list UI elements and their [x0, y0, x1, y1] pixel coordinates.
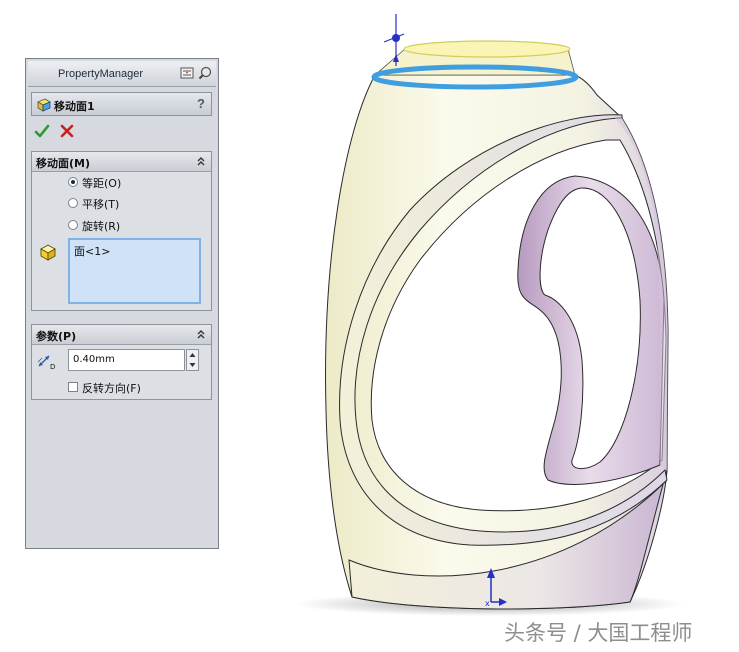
pin-icon[interactable] [180, 67, 194, 79]
svg-text:x: x [485, 599, 490, 608]
distance-icon: D [37, 355, 55, 370]
distance-axis-label: D [50, 363, 55, 370]
move-face-group-header[interactable]: 移动面(M) [32, 152, 211, 172]
magnifier-icon[interactable] [198, 66, 212, 80]
property-manager-title: PropertyManager [58, 68, 143, 80]
radio-translate-label: 平移(T) [82, 198, 120, 211]
help-button[interactable]: ? [197, 96, 205, 111]
watermark-text: 头条号 / 大国工程师 [504, 621, 693, 645]
parameters-group-header[interactable]: 参数(P) [32, 325, 211, 345]
radio-rotate-button[interactable] [68, 220, 78, 230]
move-face-group-title: 移动面(M) [36, 157, 91, 170]
parameters-group-title: 参数(P) [36, 330, 77, 343]
spin-down-arrow-icon[interactable] [187, 360, 198, 370]
distance-spinner[interactable] [186, 349, 199, 371]
selected-face-item[interactable]: 面<1> [74, 243, 110, 259]
collapse-chevron-icon[interactable] [196, 328, 206, 340]
face-selection-icon [40, 244, 56, 261]
move-face-icon [37, 98, 51, 112]
distance-input[interactable]: 0.40mm [68, 349, 185, 371]
cancel-x-icon[interactable] [59, 123, 75, 139]
graphics-viewport[interactable]: x [222, 0, 739, 652]
radio-offset-label: 等距(O) [82, 177, 122, 190]
ok-check-icon[interactable] [34, 123, 50, 139]
parameters-group: 参数(P) D 0.40mm 反转方向(F) [31, 324, 212, 400]
reverse-direction-box[interactable] [68, 382, 78, 392]
radio-rotate-label: 旋转(R) [82, 220, 121, 233]
feature-name: 移动面1 [54, 100, 95, 113]
neck-top-rim [403, 40, 571, 58]
radio-offset-button[interactable] [68, 177, 78, 187]
spin-up-arrow-icon[interactable] [187, 350, 198, 360]
move-face-group: 移动面(M) 等距(O) 平移(T) 旋转(R) 面<1> [31, 151, 212, 311]
collapse-chevron-icon[interactable] [196, 155, 206, 167]
selected-faces-list[interactable]: 面<1> [68, 238, 201, 304]
radio-translate-button[interactable] [68, 198, 78, 208]
feature-name-bar: 移动面1 ? [31, 92, 212, 116]
property-manager-panel: PropertyManager 移动面1 ? 移动面(M) 等距(O) 平移(T… [25, 58, 219, 549]
reverse-direction-label: 反转方向(F) [82, 382, 141, 395]
property-manager-header: PropertyManager [28, 61, 216, 87]
